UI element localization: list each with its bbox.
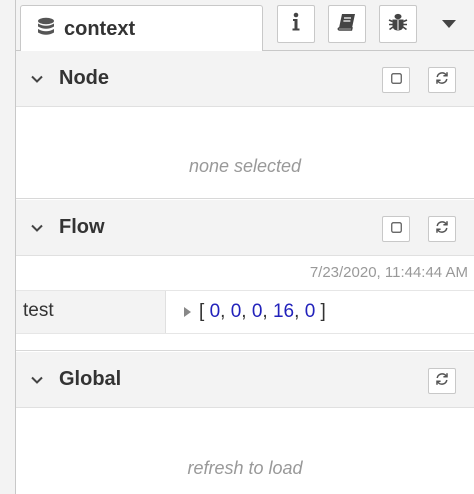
square-icon [390,71,402,89]
global-section-title: Global [59,368,122,390]
node-section-header[interactable]: Node [16,51,474,107]
node-empty-message: none selected [188,156,302,176]
array-value: 0 [251,301,263,322]
context-entry-value[interactable]: [ 0, 0, 0, 16, 0 ] [184,301,326,323]
expand-triangle-icon[interactable] [184,307,191,317]
array-value: 0 [304,301,316,322]
caret-down-icon [442,15,456,33]
context-entry-key: test [16,291,166,333]
array-value: 0 [230,301,242,322]
refresh-icon [435,372,449,391]
section-divider [16,198,474,199]
flow-refresh-button[interactable] [428,216,456,242]
sidebar-menu-dropdown[interactable] [429,5,469,43]
sidebar-tab-bar: context [16,0,474,52]
global-refresh-button[interactable] [428,368,456,394]
array-value: 16 [272,301,295,322]
array-open-bracket: [ [199,301,205,322]
array-value: 0 [209,301,221,322]
refresh-icon [435,220,449,239]
refresh-icon [435,71,449,90]
flow-section-header[interactable]: Flow [16,200,474,256]
book-icon [337,13,357,36]
node-section-title: Node [59,67,109,89]
bug-icon [388,12,408,37]
left-gutter [0,0,16,494]
flow-timestamp: 7/23/2020, 11:44:44 AM [309,264,468,281]
tab-context-label: context [64,17,136,40]
square-icon [390,220,402,238]
info-tab-button[interactable] [277,5,315,43]
section-divider [16,350,474,351]
node-auto-refresh-toggle[interactable] [382,67,410,93]
array-close-bracket: ] [320,301,326,322]
database-icon [37,17,55,42]
chevron-down-icon [31,71,43,89]
chevron-down-icon [31,220,43,238]
help-tab-button[interactable] [328,5,366,43]
flow-auto-refresh-toggle[interactable] [382,216,410,242]
global-empty-message: refresh to load [187,458,303,478]
info-icon [291,12,301,37]
global-section-header[interactable]: Global [16,352,474,408]
context-entry-row[interactable]: test [ 0, 0, 0, 16, 0 ] [16,290,474,334]
tab-context[interactable]: context [20,5,263,52]
flow-section-title: Flow [59,216,105,238]
debug-tab-button[interactable] [379,5,417,43]
node-refresh-button[interactable] [428,67,456,93]
chevron-down-icon [31,372,43,390]
